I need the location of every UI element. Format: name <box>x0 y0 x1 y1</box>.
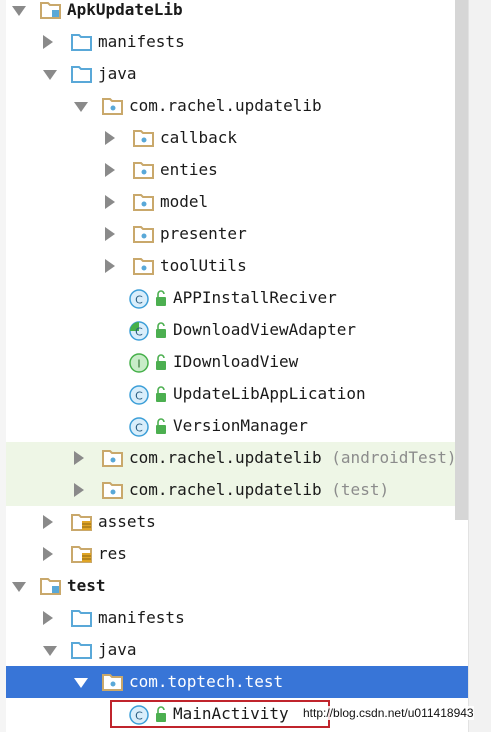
package-icon <box>133 256 155 280</box>
package-icon <box>102 448 124 472</box>
tree-node-versionmanager[interactable]: C VersionManager <box>6 410 468 442</box>
resource-folder-icon <box>71 512 93 536</box>
tree-node-callback[interactable]: callback <box>6 122 468 154</box>
folder-icon <box>71 64 93 88</box>
highlight-box <box>110 700 330 728</box>
abstract-class-icon: C <box>129 320 173 346</box>
tree-node-updatelibapplication[interactable]: C UpdateLibAppLication <box>6 378 468 410</box>
tree-node-label: DownloadViewAdapter <box>173 320 357 339</box>
tree-node-model[interactable]: model <box>6 186 468 218</box>
project-tree: ApkUpdateLib manifests java com.rachel.u… <box>0 0 468 732</box>
watermark-text: http://blog.csdn.net/u011418943 <box>303 706 474 720</box>
tree-node-appinstallreciver[interactable]: C APPInstallReciver <box>6 282 468 314</box>
tree-node-manifests[interactable]: manifests <box>6 602 468 634</box>
tree-node-label: manifests <box>98 32 185 51</box>
tree-node-idownloadview[interactable]: I IDownloadView <box>6 346 468 378</box>
expand-arrow-icon[interactable] <box>74 483 84 497</box>
tree-node-label: com.rachel.updatelib (test) <box>129 479 389 501</box>
tree-node-label: com.rachel.updatelib (androidTest) <box>129 447 457 469</box>
tree-node-label: callback <box>160 128 238 147</box>
resource-folder-icon <box>71 544 93 568</box>
tree-node-label: com.rachel.updatelib <box>129 96 322 115</box>
tree-node-assets[interactable]: assets <box>6 506 468 538</box>
package-icon <box>133 224 155 248</box>
expand-arrow-icon[interactable] <box>74 102 88 112</box>
tree-node-package-androidtest[interactable]: com.rachel.updatelib (androidTest) <box>6 442 468 474</box>
tree-node-enties[interactable]: enties <box>6 154 468 186</box>
package-name: com.rachel.updatelib <box>129 448 322 467</box>
tree-node-res[interactable]: res <box>6 538 468 570</box>
class-icon: C <box>129 288 173 314</box>
tree-node-label: manifests <box>98 608 185 627</box>
expand-arrow-icon[interactable] <box>43 611 53 625</box>
expand-arrow-icon[interactable] <box>105 227 115 241</box>
expand-arrow-icon[interactable] <box>105 131 115 145</box>
source-set-suffix: (androidTest) <box>321 448 457 467</box>
class-icon: C <box>129 384 173 410</box>
expand-arrow-icon[interactable] <box>74 451 84 465</box>
package-icon <box>133 160 155 184</box>
expand-arrow-icon[interactable] <box>12 582 26 592</box>
package-name: com.rachel.updatelib <box>129 480 322 499</box>
expand-arrow-icon[interactable] <box>43 646 57 656</box>
expand-arrow-icon[interactable] <box>105 259 115 273</box>
expand-arrow-icon[interactable] <box>74 678 88 688</box>
folder-icon <box>71 640 93 664</box>
package-icon <box>102 480 124 504</box>
tree-node-package-toptech-selected[interactable]: com.toptech.test <box>6 666 468 698</box>
tree-node-toolutils[interactable]: toolUtils <box>6 250 468 282</box>
svg-text:C: C <box>135 326 143 339</box>
svg-text:C: C <box>135 422 143 435</box>
svg-text:C: C <box>135 390 143 403</box>
tree-node-label: test <box>67 576 106 595</box>
tree-node-downloadviewadapter[interactable]: C DownloadViewAdapter <box>6 314 468 346</box>
tree-node-label: enties <box>160 160 218 179</box>
interface-icon: I <box>129 352 173 378</box>
tree-node-label: IDownloadView <box>173 352 299 371</box>
module-folder-icon <box>40 576 62 600</box>
folder-icon <box>71 32 93 56</box>
expand-arrow-icon[interactable] <box>105 163 115 177</box>
package-icon <box>102 96 124 120</box>
tree-node-test-module[interactable]: test <box>6 570 468 602</box>
module-folder-icon <box>40 0 62 24</box>
tree-node-label: toolUtils <box>160 256 247 275</box>
tree-node-manifests[interactable]: manifests <box>6 26 468 58</box>
tree-node-java[interactable]: java <box>6 58 468 90</box>
source-set-suffix: (test) <box>321 480 390 499</box>
folder-icon <box>71 608 93 632</box>
tree-node-label: VersionManager <box>173 416 308 435</box>
package-icon <box>133 128 155 152</box>
svg-text:C: C <box>135 294 143 307</box>
tree-node-label: res <box>98 544 127 563</box>
expand-arrow-icon[interactable] <box>43 70 57 80</box>
expand-arrow-icon[interactable] <box>43 35 53 49</box>
tree-node-java[interactable]: java <box>6 634 468 666</box>
tree-node-presenter[interactable]: presenter <box>6 218 468 250</box>
package-icon <box>102 672 124 696</box>
tree-node-label: ApkUpdateLib <box>67 0 183 19</box>
tree-node-label: APPInstallReciver <box>173 288 337 307</box>
tree-node-label: assets <box>98 512 156 531</box>
package-icon <box>133 192 155 216</box>
tree-node-apkupdatelib[interactable]: ApkUpdateLib <box>6 0 468 26</box>
expand-arrow-icon[interactable] <box>43 547 53 561</box>
tree-node-package-test[interactable]: com.rachel.updatelib (test) <box>6 474 468 506</box>
tree-node-label: com.toptech.test <box>129 672 284 691</box>
tree-node-label: presenter <box>160 224 247 243</box>
expand-arrow-icon[interactable] <box>12 6 26 16</box>
svg-text:I: I <box>137 358 140 371</box>
tree-node-label: java <box>98 640 137 659</box>
tree-node-label: java <box>98 64 137 83</box>
scrollbar-thumb[interactable] <box>455 0 468 520</box>
expand-arrow-icon[interactable] <box>105 195 115 209</box>
expand-arrow-icon[interactable] <box>43 515 53 529</box>
scrollbar-track[interactable] <box>468 0 491 732</box>
class-icon: C <box>129 416 173 442</box>
tree-node-label: model <box>160 192 209 211</box>
tree-node-label: UpdateLibAppLication <box>173 384 366 403</box>
tree-node-package-updatelib[interactable]: com.rachel.updatelib <box>6 90 468 122</box>
